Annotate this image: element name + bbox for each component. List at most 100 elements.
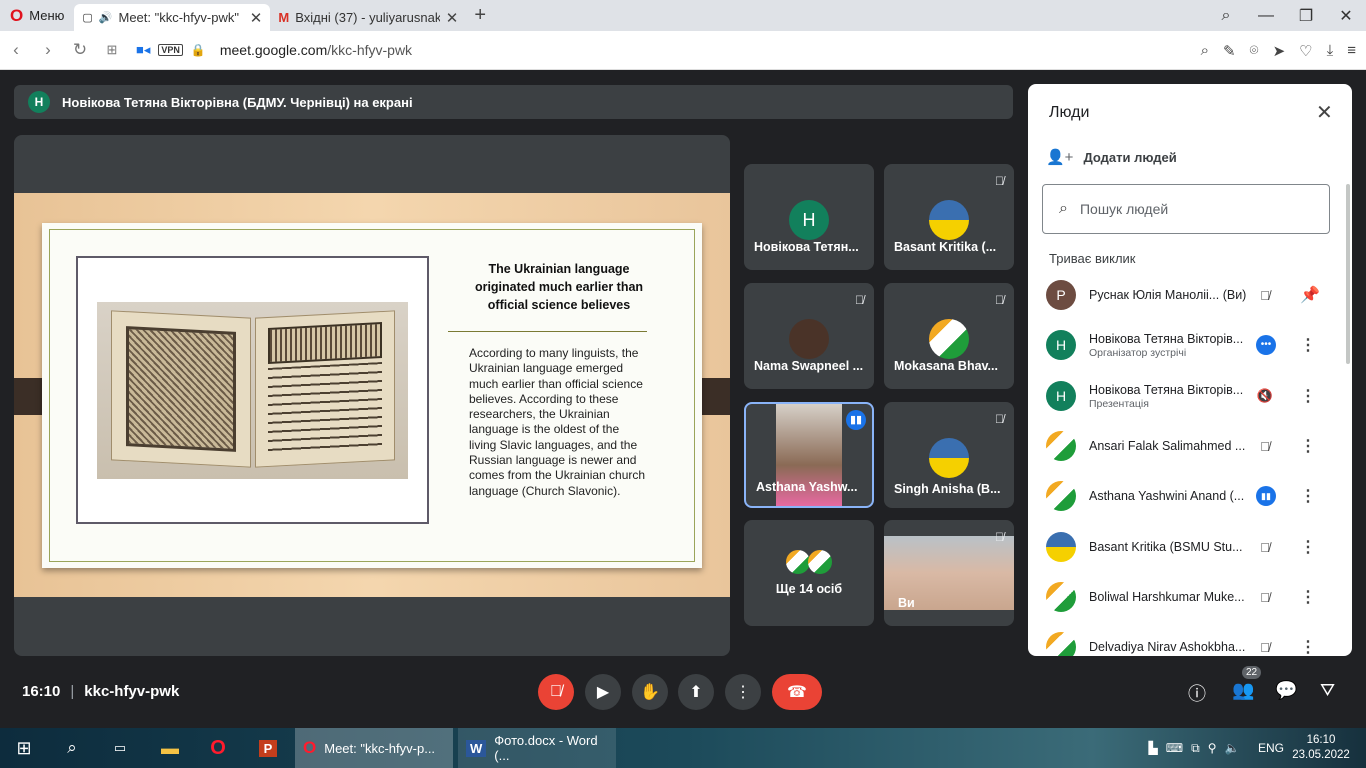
- back-icon[interactable]: ‹: [0, 40, 32, 60]
- settings-icon[interactable]: ≡: [1347, 42, 1356, 59]
- participant-tile[interactable]: 🎙̸ Mokasana Bhav...: [884, 283, 1014, 389]
- chat-icon[interactable]: 💬: [1275, 680, 1297, 701]
- taskbar-app-meet[interactable]: O Meet: "kkc-hfyv-p...: [295, 728, 453, 768]
- search-tabs-icon[interactable]: ⌕: [1206, 7, 1246, 25]
- participant-tile[interactable]: 🎙̸ Singh Anisha (B...: [884, 402, 1014, 508]
- search-icon[interactable]: ⌕: [48, 728, 96, 768]
- panel-scrollbar[interactable]: [1346, 184, 1350, 364]
- participant-name: Ansari Falak Salimahmed ...: [1089, 439, 1246, 453]
- participant-row[interactable]: Basant Kritika (BSMU Stu... 🎙̸ ⋮: [1028, 522, 1352, 572]
- search-icon[interactable]: ⌕: [1201, 42, 1209, 59]
- search-people-field[interactable]: ⌕ Пошук людей: [1042, 184, 1330, 234]
- kebab-menu-icon[interactable]: ⋮: [1300, 386, 1316, 406]
- meeting-info: 16:10 | kkc-hfyv-pwk: [22, 683, 179, 700]
- participant-tile[interactable]: Н Новікова Тетян...: [744, 164, 874, 270]
- file-explorer-icon[interactable]: ▬: [148, 728, 192, 768]
- powerpoint-glyph: P: [258, 739, 278, 757]
- participant-tile[interactable]: 🎙̸ Nama Swapneel ...: [744, 283, 874, 389]
- participant-row[interactable]: Р Руснак Юлія Маноліі... (Ви) 🎙̸ 📌: [1028, 270, 1352, 320]
- tile-name: Mokasana Bhav...: [894, 359, 998, 373]
- clock-time: 16:10: [1306, 734, 1336, 746]
- participant-row[interactable]: Boliwal Harshkumar Muke... 🎙̸ ⋮: [1028, 572, 1352, 622]
- close-panel-icon[interactable]: ✕: [1316, 100, 1333, 125]
- snapshot-icon[interactable]: ⌾: [1250, 42, 1259, 59]
- maximize-icon[interactable]: ❐: [1286, 6, 1326, 26]
- mic-off-icon: 🎙̸: [855, 293, 864, 307]
- edit-icon[interactable]: ✎: [1223, 42, 1236, 60]
- slide-divider: [448, 331, 647, 332]
- add-people-button[interactable]: 👤+ Додати людей: [1046, 148, 1177, 166]
- presentation-stage[interactable]: The Ukrainian language originated much e…: [14, 135, 730, 656]
- kebab-menu-icon[interactable]: ⋮: [1300, 335, 1316, 355]
- more-options-button[interactable]: ⋮: [725, 674, 761, 710]
- system-tray: ▙ ⌨ ⧉ ⚲ 🔈: [1134, 728, 1254, 768]
- heart-icon[interactable]: ♡: [1299, 42, 1312, 60]
- participant-name: Новікова Тетяна Вікторів...: [1089, 383, 1244, 397]
- pin-icon[interactable]: 📌: [1300, 285, 1320, 305]
- add-people-label: Додати людей: [1083, 149, 1177, 165]
- url-field[interactable]: meet.google.com/kkc-hfyv-pwk: [220, 42, 412, 58]
- meeting-code: kkc-hfyv-pwk: [84, 683, 180, 700]
- participant-row[interactable]: Н Новікова Тетяна Вікторів... Організато…: [1028, 320, 1352, 370]
- participant-row[interactable]: Н Новікова Тетяна Вікторів... Презентаці…: [1028, 371, 1352, 421]
- kebab-menu-icon[interactable]: ⋮: [1300, 436, 1316, 456]
- new-tab-button[interactable]: +: [474, 4, 486, 27]
- participant-row[interactable]: Ansari Falak Salimahmed ... 🎙̸ ⋮: [1028, 421, 1352, 471]
- camera-indicator-icon[interactable]: ■◂: [136, 42, 150, 58]
- participant-tile-speaking[interactable]: ▮▮ Asthana Yashw...: [744, 402, 874, 508]
- mic-toggle-button[interactable]: 🎙̸: [538, 674, 574, 710]
- presenter-banner: Н Новікова Тетяна Вікторівна (БДМУ. Черн…: [14, 85, 1013, 119]
- search-placeholder: Пошук людей: [1079, 201, 1169, 217]
- tray-app-icon[interactable]: ▙: [1149, 741, 1158, 755]
- word-icon: W: [466, 739, 487, 757]
- raise-hand-button[interactable]: ✋: [632, 674, 668, 710]
- forward-icon[interactable]: ›: [32, 40, 64, 60]
- taskbar-app-word[interactable]: W Фото.docx - Word (...: [458, 728, 616, 768]
- volume-icon[interactable]: 🔈: [1224, 741, 1239, 755]
- tab-meet[interactable]: ▢ 🔊 Meet: "kkc-hfyv-pwk" ✕: [74, 4, 271, 31]
- tabs-grid-icon[interactable]: ⊞: [96, 42, 128, 58]
- avatar: [929, 319, 969, 359]
- self-video-tile[interactable]: 🎙̸ Ви: [884, 520, 1014, 626]
- kebab-menu-icon[interactable]: ⋮: [1300, 486, 1316, 506]
- minimize-icon[interactable]: —: [1246, 7, 1286, 25]
- opera-icon[interactable]: O: [196, 728, 240, 768]
- start-button[interactable]: ⊞: [0, 728, 48, 768]
- tab-gmail[interactable]: M Вхідні (37) - yuliyarusnak@ ✕: [270, 4, 466, 31]
- task-view-icon[interactable]: ▭: [96, 728, 144, 768]
- activities-icon[interactable]: ⛛: [1320, 680, 1335, 701]
- reload-icon[interactable]: ↻: [64, 40, 96, 60]
- people-icon[interactable]: 👥: [1232, 680, 1254, 701]
- participant-row[interactable]: Asthana Yashwini Anand (... ▮▮ ⋮: [1028, 471, 1352, 521]
- participant-row[interactable]: Delvadiya Nirav Ashokbha... 🎙̸ ⋮: [1028, 622, 1352, 656]
- more-participants-tile[interactable]: Ще 14 осіб: [744, 520, 874, 626]
- close-tab-icon[interactable]: ✕: [250, 9, 263, 27]
- end-call-button[interactable]: ☎: [772, 674, 822, 710]
- send-icon[interactable]: ➤: [1273, 42, 1286, 60]
- add-person-icon: 👤+: [1046, 149, 1074, 166]
- clock[interactable]: 16:10 23.05.2022: [1290, 728, 1352, 768]
- avatar: [929, 438, 969, 478]
- meeting-details-icon[interactable]: ⓘ: [1188, 680, 1206, 706]
- slide-title: The Ukrainian language originated much e…: [474, 262, 644, 312]
- kebab-menu-icon[interactable]: ⋮: [1300, 587, 1316, 607]
- close-tab-icon[interactable]: ✕: [446, 9, 459, 27]
- close-window-icon[interactable]: ✕: [1326, 6, 1366, 26]
- avatar: [1046, 532, 1076, 562]
- opera-menu-button[interactable]: O Меню: [0, 0, 74, 31]
- people-panel: Люди ✕ 👤+ Додати людей ⌕ Пошук людей Три…: [1028, 84, 1352, 656]
- tray-overflow-icon[interactable]: ⧉: [1191, 741, 1200, 756]
- vpn-badge[interactable]: VPN: [158, 44, 183, 56]
- participant-name: Boliwal Harshkumar Muke...: [1089, 590, 1245, 604]
- powerpoint-icon[interactable]: P: [246, 728, 290, 768]
- lock-icon[interactable]: 🔒: [191, 43, 206, 57]
- keyboard-icon[interactable]: ⌨: [1166, 741, 1183, 755]
- camera-toggle-button[interactable]: ▶: [585, 674, 621, 710]
- kebab-menu-icon[interactable]: ⋮: [1300, 637, 1316, 656]
- download-icon[interactable]: ⤓: [1327, 42, 1334, 59]
- input-language[interactable]: ENG: [1254, 728, 1288, 768]
- present-screen-button[interactable]: ⬆: [678, 674, 714, 710]
- participant-tile[interactable]: 🎙̸ Basant Kritika (...: [884, 164, 1014, 270]
- kebab-menu-icon[interactable]: ⋮: [1300, 537, 1316, 557]
- usb-icon[interactable]: ⚲: [1208, 741, 1217, 755]
